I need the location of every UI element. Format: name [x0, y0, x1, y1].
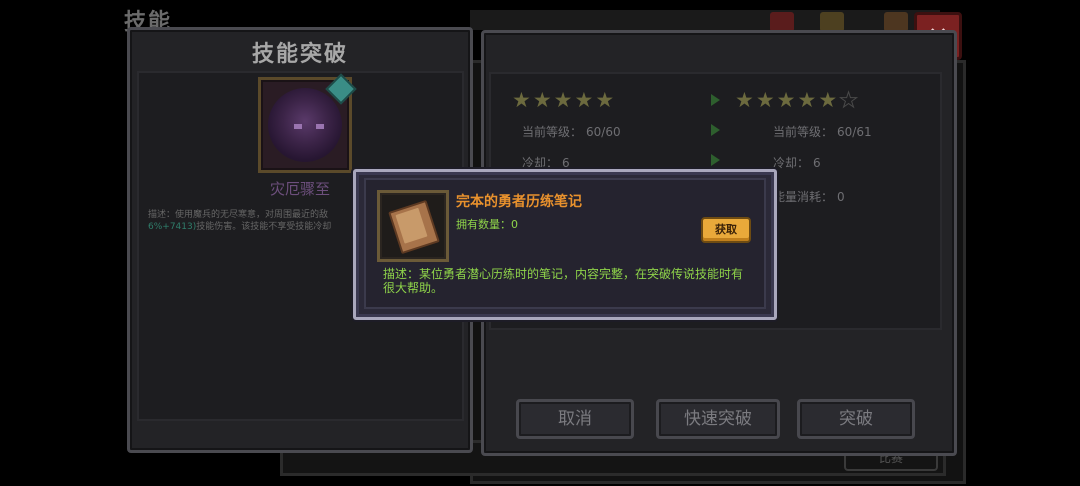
- background-top-strip: [470, 10, 940, 30]
- arrow-right-icon: [711, 124, 720, 136]
- star-icon: ★: [755, 88, 775, 112]
- item-slot: [377, 190, 449, 262]
- star-icon: ★: [797, 88, 817, 112]
- current-stars: ★ ★ ★ ★ ★: [512, 89, 614, 111]
- cancel-button[interactable]: 取消: [516, 399, 634, 439]
- breakthrough-button[interactable]: 突破: [797, 399, 915, 439]
- book-icon: [388, 199, 440, 255]
- item-count: 拥有数量：0: [456, 218, 518, 231]
- quick-breakthrough-button[interactable]: 快速突破: [656, 399, 780, 439]
- star-icon: ★: [512, 88, 531, 112]
- panel-title: 技能突破: [251, 42, 348, 67]
- item-description: 描述：某位勇者潜心历练时的笔记，内容完整，在突破传说技能时有很大帮助。: [383, 267, 744, 295]
- star-icon: ★: [532, 88, 552, 112]
- star-icon: ★: [776, 88, 796, 112]
- next-stars: ★ ★ ★ ★ ★ ★: [735, 88, 859, 112]
- star-icon: ★: [574, 88, 594, 112]
- star-icon: ★: [553, 88, 573, 112]
- star-icon: ★: [818, 88, 838, 112]
- skill-description: 描述：使用魔兵的无尽寒意，对周围最近的敌 6%+7413)技能伤害。该技能不享受…: [148, 210, 332, 232]
- background-chip: [820, 12, 844, 32]
- dark-orb-icon: [268, 88, 342, 162]
- next-level: 当前等级： 60/61: [773, 125, 872, 139]
- next-energy-cost: 能量消耗： 0: [773, 190, 845, 204]
- next-cooldown: 冷却： 6: [773, 156, 821, 170]
- arrow-right-icon: [711, 94, 720, 106]
- arrow-right-icon: [711, 154, 720, 166]
- get-item-button[interactable]: 获取: [701, 217, 751, 243]
- current-level: 当前等级： 60/60: [522, 125, 621, 139]
- background-chip: [884, 12, 908, 32]
- star-icon: ★: [735, 88, 754, 112]
- empty-star-icon: ★: [839, 88, 859, 112]
- star-icon: ★: [595, 88, 615, 112]
- item-name: 完本的勇者历练笔记: [456, 194, 582, 210]
- background-close-chip: [770, 12, 794, 32]
